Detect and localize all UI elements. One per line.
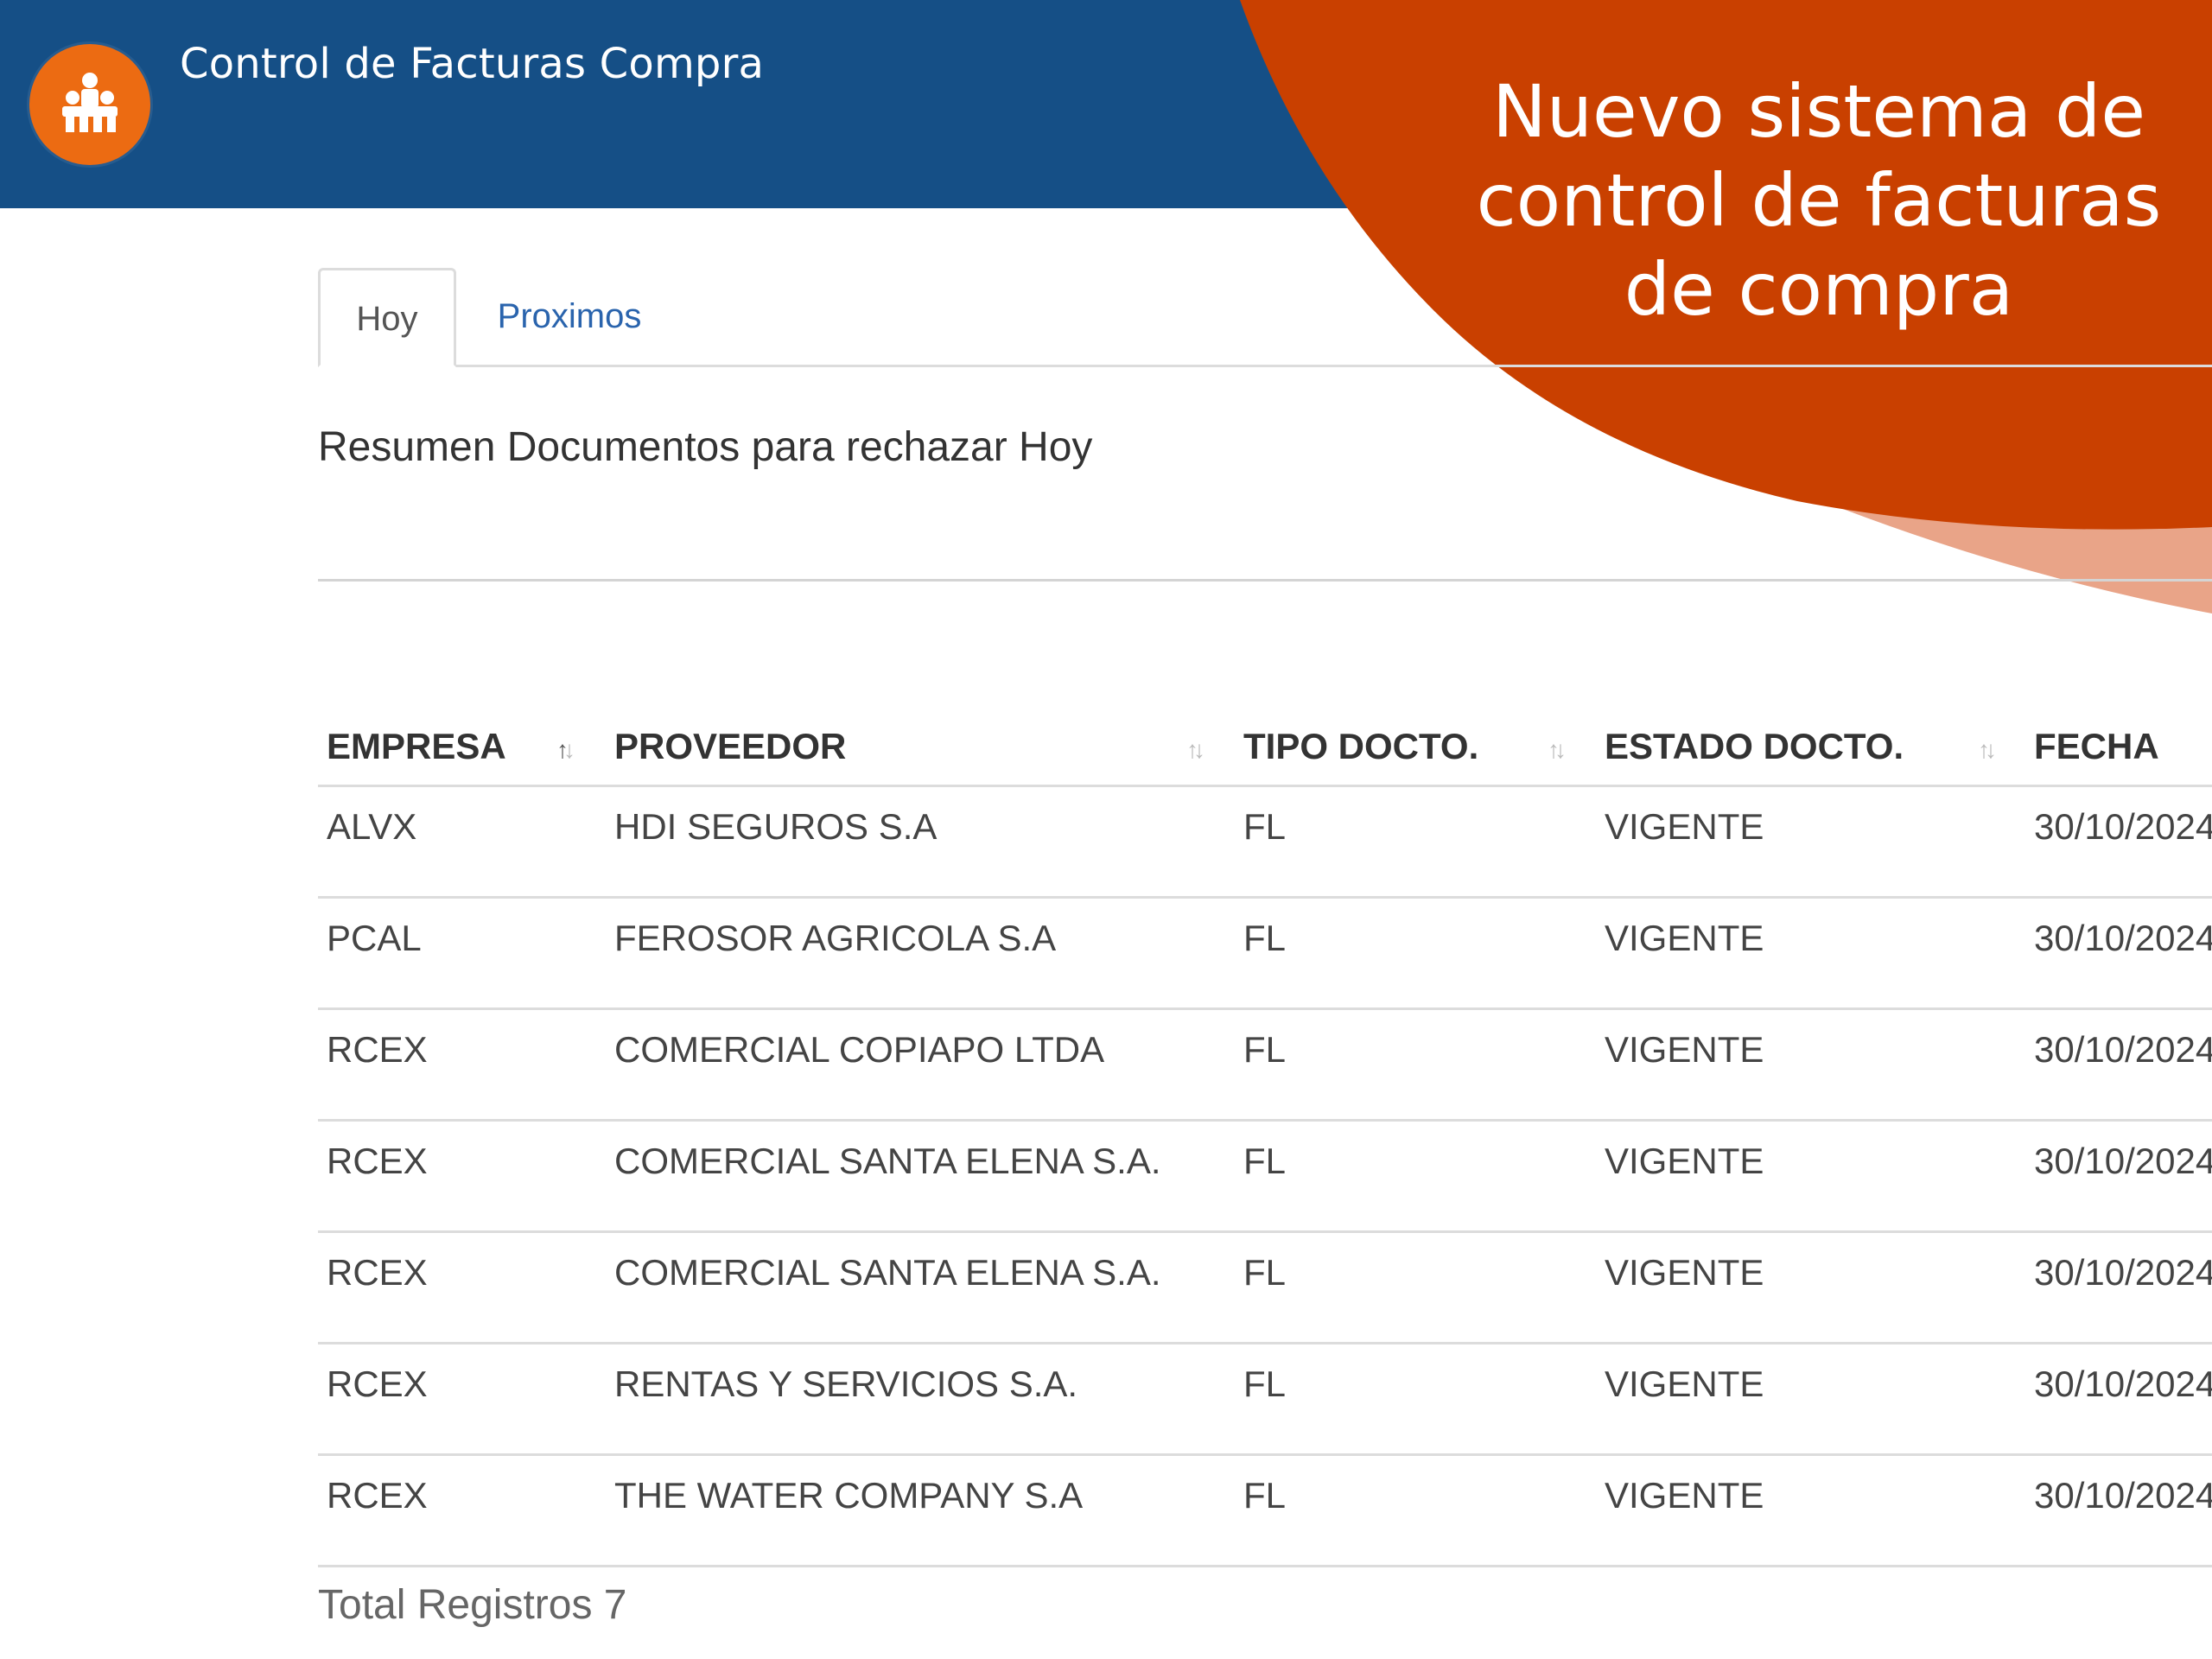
cell-estado-docto: VIGENTE	[1596, 1120, 2025, 1233]
page: Control de Facturas Compra Nuevo sistema…	[0, 0, 2212, 1659]
cell-tipo-docto: FL	[1235, 1343, 1596, 1456]
cell-tipo-docto: FL	[1235, 785, 1596, 899]
cell-empresa: RCEX	[318, 1008, 606, 1122]
tab-bar: Hoy Proximos	[318, 268, 2212, 367]
column-header-proveedor[interactable]: PROVEEDOR ↑↓	[606, 709, 1235, 787]
column-header-fecha[interactable]: FECHA	[2025, 709, 2212, 787]
cell-empresa: RCEX	[318, 1231, 606, 1344]
cell-fecha: 30/10/2024	[2025, 897, 2212, 1010]
table-row[interactable]: RCEX THE WATER COMPANY S.A FL VIGENTE 30…	[318, 1454, 2212, 1567]
cell-tipo-docto: FL	[1235, 1120, 1596, 1233]
cell-fecha: 30/10/2024	[2025, 1120, 2212, 1233]
cell-proveedor: THE WATER COMPANY S.A	[606, 1454, 1235, 1567]
table-row[interactable]: RCEX COMERCIAL SANTA ELENA S.A. FL VIGEN…	[318, 1120, 2212, 1233]
cell-fecha: 30/10/2024	[2025, 1008, 2212, 1122]
total-records: Total Registros 7	[318, 1582, 627, 1628]
cell-proveedor: COMERCIAL SANTA ELENA S.A.	[606, 1231, 1235, 1344]
column-header-label: EMPRESA	[327, 726, 506, 766]
column-header-tipo-docto[interactable]: TIPO DOCTO. ↑↓	[1235, 709, 1596, 787]
sort-icon[interactable]: ↑↓	[1548, 736, 1567, 764]
cell-fecha: 30/10/2024	[2025, 1454, 2212, 1567]
table-header-row: EMPRESA ↑↓ PROVEEDOR ↑↓ TIPO DOCTO. ↑↓ E…	[318, 709, 2212, 787]
table-row[interactable]: RCEX COMERCIAL SANTA ELENA S.A. FL VIGEN…	[318, 1231, 2212, 1344]
cell-estado-docto: VIGENTE	[1596, 897, 2025, 1010]
cell-proveedor: RENTAS Y SERVICIOS S.A.	[606, 1343, 1235, 1456]
app-title: Control de Facturas Compra	[180, 40, 765, 88]
cell-fecha: 30/10/2024	[2025, 1343, 2212, 1456]
cell-estado-docto: VIGENTE	[1596, 785, 2025, 899]
divider	[318, 579, 2212, 582]
cell-proveedor: COMERCIAL SANTA ELENA S.A.	[606, 1120, 1235, 1233]
cell-fecha: 30/10/2024	[2025, 1231, 2212, 1344]
sort-icon[interactable]: ↑↓	[556, 736, 575, 764]
cell-estado-docto: VIGENTE	[1596, 1008, 2025, 1122]
cell-tipo-docto: FL	[1235, 1231, 1596, 1344]
section-title: Resumen Documentos para rechazar Hoy	[318, 424, 1093, 470]
column-header-empresa[interactable]: EMPRESA ↑↓	[318, 709, 606, 787]
cell-proveedor: FEROSOR AGRICOLA S.A	[606, 897, 1235, 1010]
people-group-icon	[62, 73, 118, 132]
table-row[interactable]: PCAL FEROSOR AGRICOLA S.A FL VIGENTE 30/…	[318, 897, 2212, 1010]
cell-fecha: 30/10/2024	[2025, 785, 2212, 899]
cell-proveedor: HDI SEGUROS S.A	[606, 785, 1235, 899]
cell-empresa: PCAL	[318, 897, 606, 1010]
cell-tipo-docto: FL	[1235, 1454, 1596, 1567]
cell-empresa: ALVX	[318, 785, 606, 899]
cell-empresa: RCEX	[318, 1120, 606, 1233]
column-header-estado-docto[interactable]: ESTADO DOCTO. ↑↓	[1596, 709, 2025, 787]
tab-proximos[interactable]: Proximos	[487, 268, 652, 365]
table-row[interactable]: RCEX COMERCIAL COPIAPO LTDA FL VIGENTE 3…	[318, 1008, 2212, 1122]
banner-line: Nuevo sistema de	[1491, 69, 2146, 154]
sort-icon[interactable]: ↑↓	[1186, 736, 1205, 764]
cell-tipo-docto: FL	[1235, 1008, 1596, 1122]
table-row[interactable]: ALVX HDI SEGUROS S.A FL VIGENTE 30/10/20…	[318, 785, 2212, 899]
banner-line: control de facturas	[1476, 158, 2162, 243]
app-logo[interactable]	[29, 44, 150, 165]
sort-icon[interactable]: ↑↓	[1978, 736, 1997, 764]
cell-estado-docto: VIGENTE	[1596, 1343, 2025, 1456]
column-header-label: PROVEEDOR	[614, 726, 847, 766]
cell-empresa: RCEX	[318, 1454, 606, 1567]
column-header-label: TIPO DOCTO.	[1243, 726, 1479, 766]
table-row[interactable]: RCEX RENTAS Y SERVICIOS S.A. FL VIGENTE …	[318, 1343, 2212, 1456]
cell-proveedor: COMERCIAL COPIAPO LTDA	[606, 1008, 1235, 1122]
cell-tipo-docto: FL	[1235, 897, 1596, 1010]
cell-estado-docto: VIGENTE	[1596, 1454, 2025, 1567]
cell-estado-docto: VIGENTE	[1596, 1231, 2025, 1344]
column-header-label: ESTADO DOCTO.	[1605, 726, 1904, 766]
column-header-label: FECHA	[2034, 726, 2159, 766]
banner-shadow-shape	[1780, 484, 2212, 613]
tab-hoy[interactable]: Hoy	[318, 268, 456, 367]
documents-table: EMPRESA ↑↓ PROVEEDOR ↑↓ TIPO DOCTO. ↑↓ E…	[318, 709, 2212, 1567]
cell-empresa: RCEX	[318, 1343, 606, 1456]
